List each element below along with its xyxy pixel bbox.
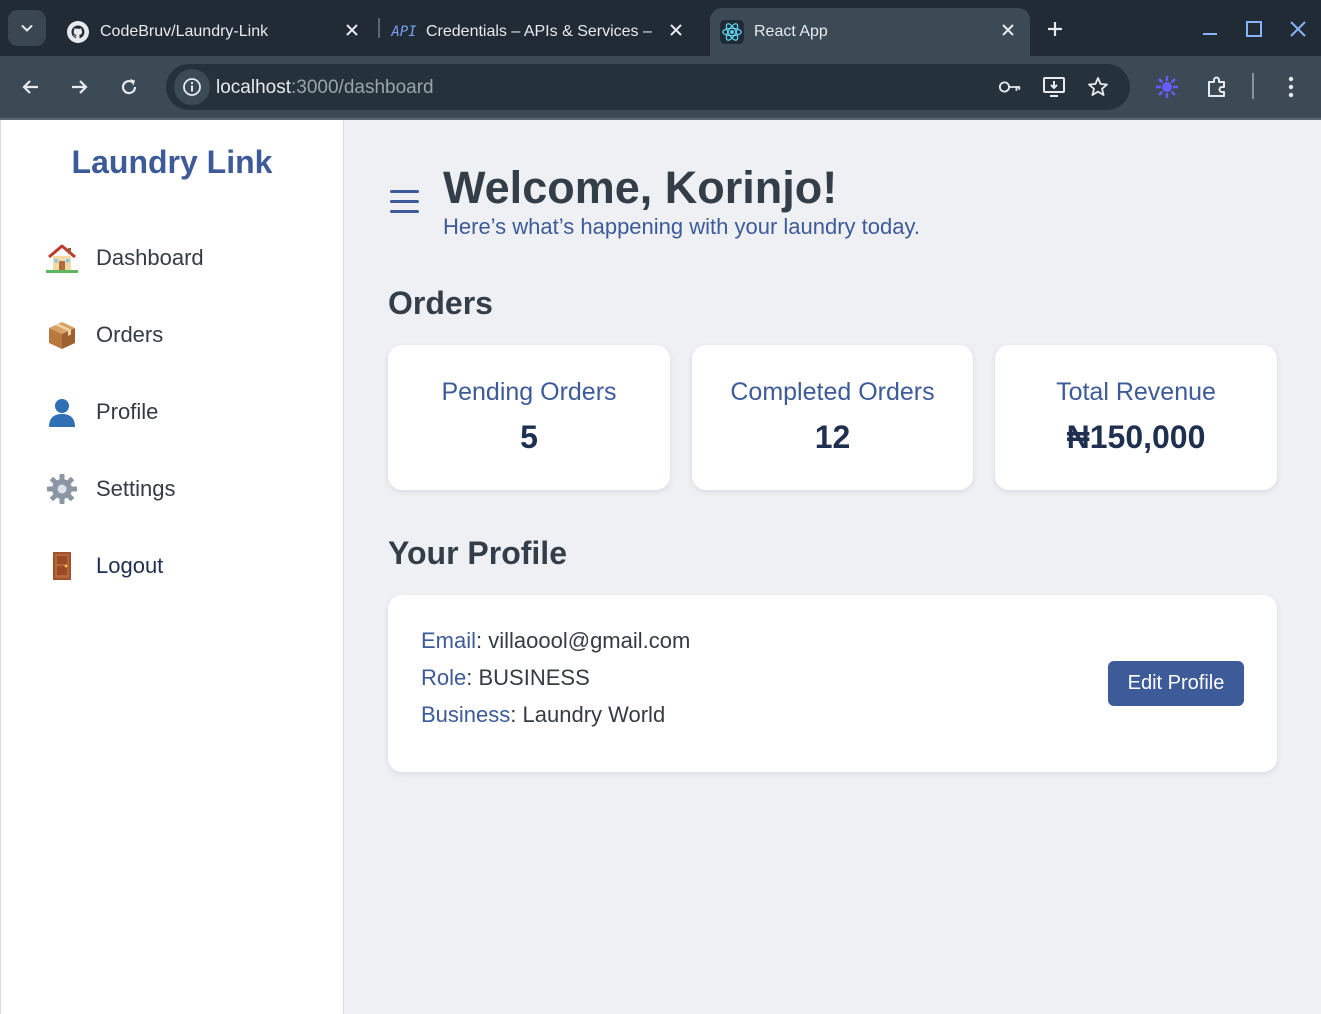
install-app-button[interactable]	[1042, 75, 1066, 99]
browser-toolbar: localhost:3000/dashboard	[0, 56, 1321, 118]
tab-search-button[interactable]	[8, 10, 46, 46]
hamburger-bar	[390, 210, 419, 213]
plus-icon	[1048, 22, 1062, 36]
card-label: Completed Orders	[730, 378, 935, 406]
address-bar[interactable]: localhost:3000/dashboard	[166, 64, 1130, 110]
close-window-button[interactable]	[1283, 14, 1313, 44]
chevron-down-icon	[21, 25, 33, 32]
extension-badge-icon	[1156, 76, 1178, 98]
completed-orders-card: Completed Orders 12	[692, 345, 973, 490]
back-button[interactable]	[14, 70, 48, 104]
url-text[interactable]: localhost:3000/dashboard	[216, 77, 434, 99]
sidebar-item-label: Logout	[96, 553, 164, 578]
sidebar-item-label: Settings	[96, 476, 176, 501]
edit-profile-button[interactable]: Edit Profile	[1108, 661, 1244, 706]
tab-react-app[interactable]: React App	[710, 8, 1030, 56]
maximize-button[interactable]	[1239, 14, 1269, 44]
gear-icon	[45, 472, 79, 506]
url-host: localhost	[216, 77, 291, 98]
tab-title: CodeBruv/Laundry-Link	[100, 23, 269, 40]
tab-title: React App	[754, 23, 828, 40]
profile-value: villaoool@gmail.com	[488, 628, 691, 653]
user-icon	[45, 395, 79, 429]
arrow-left-icon	[22, 80, 38, 94]
sidebar: Laundry Link Dashboard Orders Profile Se…	[0, 120, 344, 1014]
puzzle-icon	[1208, 76, 1225, 97]
welcome-subtitle: Here’s what’s happening with your laundr…	[443, 214, 920, 239]
door-icon	[45, 549, 79, 583]
close-tab-icon[interactable]	[996, 18, 1020, 42]
orders-section-title: Orders	[388, 285, 493, 321]
browser-tab-strip: CodeBruv/Laundry-Link API Credentials – …	[0, 0, 1321, 56]
sidebar-item-profile[interactable]: Profile	[45, 392, 158, 432]
sidebar-item-label: Dashboard	[96, 245, 204, 270]
close-tab-icon[interactable]	[664, 18, 688, 42]
tab-title: Credentials – APIs & Services –	[426, 23, 652, 40]
arrow-right-icon	[72, 80, 88, 94]
extension-button[interactable]	[1152, 72, 1182, 102]
sidebar-item-label: Profile	[96, 399, 159, 424]
github-icon	[66, 20, 90, 44]
sidebar-item-dashboard[interactable]: Dashboard	[45, 238, 204, 278]
profile-value: BUSINESS	[478, 665, 590, 690]
profile-row-business: Business: Laundry World	[421, 702, 666, 727]
profile-value: Laundry World	[522, 702, 666, 727]
reload-icon	[121, 79, 137, 95]
more-vert-icon	[1288, 76, 1294, 98]
sidebar-item-settings[interactable]: Settings	[45, 469, 176, 509]
sidebar-item-logout[interactable]: Logout	[45, 546, 163, 586]
tab-github[interactable]: CodeBruv/Laundry-Link	[54, 8, 374, 56]
card-label: Total Revenue	[1056, 378, 1216, 406]
total-revenue-card: Total Revenue ₦150,000	[995, 345, 1277, 490]
close-icon	[1290, 21, 1306, 37]
reload-button[interactable]	[112, 70, 146, 104]
minimize-icon	[1203, 33, 1217, 35]
info-icon	[183, 78, 201, 96]
profile-key: Business	[421, 702, 511, 727]
house-icon	[45, 241, 79, 275]
profile-section-title: Your Profile	[388, 535, 567, 571]
password-key-button[interactable]	[998, 75, 1022, 99]
profile-row-email: Email: villaoool@gmail.com	[421, 628, 691, 653]
package-icon	[45, 318, 79, 352]
forward-button[interactable]	[62, 70, 96, 104]
profile-key: Email	[421, 628, 477, 653]
browser-menu-button[interactable]	[1276, 72, 1306, 102]
profile-card: Email: villaoool@gmail.com Role: BUSINES…	[388, 595, 1277, 772]
install-icon	[1043, 77, 1065, 97]
site-info-button[interactable]	[174, 69, 210, 105]
welcome-heading: Welcome, Korinjo!	[443, 162, 838, 213]
hamburger-bar	[390, 200, 419, 203]
card-value: 5	[520, 419, 538, 455]
brand-logo[interactable]: Laundry Link	[1, 144, 343, 181]
profile-key: Role	[421, 665, 467, 690]
extensions-menu-button[interactable]	[1202, 72, 1232, 102]
menu-toggle-button[interactable]	[390, 190, 420, 214]
tab-credentials[interactable]: API Credentials – APIs & Services –	[380, 8, 698, 56]
new-tab-button[interactable]	[1040, 14, 1070, 44]
maximize-icon	[1246, 21, 1262, 37]
hamburger-bar	[390, 190, 419, 193]
toolbar-divider	[1252, 73, 1254, 99]
api-icon: API	[391, 24, 417, 40]
minimize-button[interactable]	[1195, 14, 1225, 44]
url-path: :3000/dashboard	[291, 77, 434, 98]
profile-row-role: Role: BUSINESS	[421, 665, 590, 690]
pending-orders-card: Pending Orders 5	[388, 345, 670, 490]
key-icon	[998, 81, 1021, 93]
react-icon	[720, 20, 744, 44]
card-value: 12	[814, 419, 851, 455]
main-content: Welcome, Korinjo! Here’s what’s happenin…	[344, 120, 1321, 1014]
card-label: Pending Orders	[441, 378, 617, 406]
sidebar-item-orders[interactable]: Orders	[45, 315, 163, 355]
card-value: ₦150,000	[1066, 419, 1206, 455]
sidebar-item-label: Orders	[96, 322, 164, 347]
star-icon	[1088, 77, 1108, 96]
bookmark-button[interactable]	[1086, 75, 1110, 99]
close-tab-icon[interactable]	[340, 18, 364, 42]
